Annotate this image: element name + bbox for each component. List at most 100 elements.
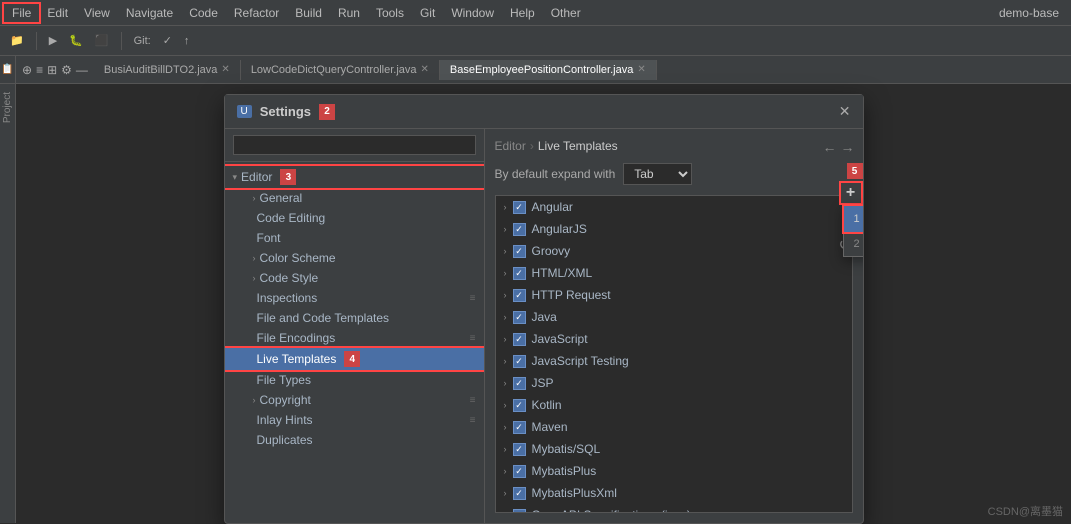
- settings-tree: ▾ Editor 3 › General Code: [225, 162, 484, 523]
- http-checkbox[interactable]: ✓: [513, 289, 526, 302]
- tree-item-live-templates[interactable]: Live Templates 4: [225, 348, 484, 370]
- tree-item-duplicates[interactable]: Duplicates: [225, 430, 484, 450]
- template-group-maven-header[interactable]: › ✓ Maven: [496, 416, 852, 438]
- maven-label: Maven: [532, 420, 568, 434]
- maven-checkbox[interactable]: ✓: [513, 421, 526, 434]
- toolbar-check-btn[interactable]: ✓: [159, 32, 176, 49]
- htmlxml-label: HTML/XML: [532, 266, 593, 280]
- mybatisplus-arrow: ›: [504, 466, 507, 476]
- menu-help[interactable]: Help: [502, 4, 543, 22]
- tree-item-font[interactable]: Font: [225, 228, 484, 248]
- menu-code[interactable]: Code: [181, 4, 226, 22]
- nav-back-button[interactable]: ←: [823, 139, 837, 155]
- toolbar-push-btn[interactable]: ↑: [180, 33, 194, 49]
- tab-lowcode-close[interactable]: ✕: [421, 64, 429, 75]
- template-group-java-header[interactable]: › ✓ Java: [496, 306, 852, 328]
- project-strip-label[interactable]: Project: [2, 88, 13, 127]
- javascript-checkbox[interactable]: ✓: [513, 333, 526, 346]
- menu-file[interactable]: File: [4, 4, 39, 22]
- tab-base-employee-close[interactable]: ✕: [637, 64, 645, 75]
- menu-navigate[interactable]: Navigate: [118, 4, 181, 22]
- tree-item-general[interactable]: › General: [225, 188, 484, 208]
- dialog-close-button[interactable]: ✕: [839, 103, 851, 120]
- template-group-htmlxml-header[interactable]: › ✓ HTML/XML: [496, 262, 852, 284]
- angularjs-checkbox[interactable]: ✓: [513, 223, 526, 236]
- add-template-button[interactable]: +: [839, 181, 863, 205]
- js-testing-checkbox[interactable]: ✓: [513, 355, 526, 368]
- template-group-angularjs-header[interactable]: › ✓ AngularJS: [496, 218, 852, 240]
- openapi-checkbox[interactable]: ✓: [513, 509, 526, 514]
- tree-item-color-scheme[interactable]: › Color Scheme: [225, 248, 484, 268]
- breadcrumb-parent: Editor: [495, 139, 526, 153]
- jsp-checkbox[interactable]: ✓: [513, 377, 526, 390]
- menu-window[interactable]: Window: [443, 4, 502, 22]
- tree-item-inspections[interactable]: Inspections ≡: [225, 288, 484, 308]
- toolbar-sep-2: [121, 32, 122, 50]
- dropdown-item-template-group[interactable]: 2 Template Group...: [844, 232, 863, 256]
- mybatis-sql-checkbox[interactable]: ✓: [513, 443, 526, 456]
- mybatisplusxml-label: MybatisPlusXml: [532, 486, 617, 500]
- tab-action-settings[interactable]: ⚙: [61, 63, 72, 77]
- tree-item-file-types[interactable]: File Types: [225, 370, 484, 390]
- menu-other[interactable]: Other: [543, 4, 589, 22]
- editor-arrow: ▾: [233, 172, 238, 183]
- angular-checkbox[interactable]: ✓: [513, 201, 526, 214]
- tree-item-code-style-label: Code Style: [260, 271, 319, 285]
- menu-run[interactable]: Run: [330, 4, 368, 22]
- tab-base-employee[interactable]: BaseEmployeePositionController.java ✕: [440, 60, 657, 80]
- template-group-openapi-header[interactable]: › ✓ OpenAPI Specifications (json): [496, 504, 852, 513]
- menu-refactor[interactable]: Refactor: [226, 4, 287, 22]
- dropdown-item-live-template[interactable]: 1 Live Template 6: [844, 206, 863, 232]
- mybatisplusxml-checkbox[interactable]: ✓: [513, 487, 526, 500]
- mybatisplus-checkbox[interactable]: ✓: [513, 465, 526, 478]
- template-group-groovy-header[interactable]: › ✓ Groovy: [496, 240, 852, 262]
- expand-select[interactable]: Tab Enter Space: [623, 163, 692, 185]
- toolbar-stop-btn[interactable]: ⬛: [91, 32, 113, 49]
- template-group-kotlin-header[interactable]: › ✓ Kotlin: [496, 394, 852, 416]
- tab-busi-audit-close[interactable]: ✕: [221, 64, 229, 75]
- dialog-title-bar: U Settings 2 ✕: [225, 95, 863, 129]
- tab-busi-audit[interactable]: BusiAuditBillDTO2.java ✕: [94, 60, 241, 80]
- nav-forward-button[interactable]: →: [841, 139, 855, 155]
- toolbar-debug-btn[interactable]: 🐛: [65, 32, 87, 49]
- template-group-jsp-header[interactable]: › ✓ JSP: [496, 372, 852, 394]
- menu-git[interactable]: Git: [412, 4, 443, 22]
- menu-build[interactable]: Build: [287, 4, 330, 22]
- template-group-http-header[interactable]: › ✓ HTTP Request: [496, 284, 852, 306]
- settings-search-input[interactable]: [233, 135, 476, 155]
- tab-action-close[interactable]: —: [76, 63, 88, 77]
- tree-item-file-encodings[interactable]: File Encodings ≡: [225, 328, 484, 348]
- toolbar-git-btn[interactable]: Git:: [130, 33, 155, 49]
- groovy-checkbox[interactable]: ✓: [513, 245, 526, 258]
- menu-tools[interactable]: Tools: [368, 4, 412, 22]
- template-group-js-testing-header[interactable]: › ✓ JavaScript Testing: [496, 350, 852, 372]
- tree-item-inlay-hints[interactable]: Inlay Hints ≡: [225, 410, 484, 430]
- menu-edit[interactable]: Edit: [39, 4, 76, 22]
- add-dropdown-menu: 1 Live Template 6 2 Template Group...: [843, 205, 863, 257]
- menu-view[interactable]: View: [76, 4, 118, 22]
- java-checkbox[interactable]: ✓: [513, 311, 526, 324]
- tree-item-editor[interactable]: ▾ Editor 3: [225, 166, 484, 188]
- htmlxml-checkbox[interactable]: ✓: [513, 267, 526, 280]
- kotlin-checkbox[interactable]: ✓: [513, 399, 526, 412]
- toolbar-project-btn[interactable]: 📁: [6, 32, 28, 49]
- project-icon: 📋: [1, 64, 13, 75]
- tab-lowcode[interactable]: LowCodeDictQueryController.java ✕: [241, 60, 440, 80]
- template-group-mybatis-sql-header[interactable]: › ✓ Mybatis/SQL: [496, 438, 852, 460]
- tree-item-copyright-label: Copyright: [260, 393, 311, 407]
- tree-item-copyright[interactable]: › Copyright ≡: [225, 390, 484, 410]
- tab-action-list[interactable]: ≡: [36, 63, 43, 77]
- tree-item-code-editing[interactable]: Code Editing: [225, 208, 484, 228]
- template-group-mybatisplusxml-header[interactable]: › ✓ MybatisPlusXml: [496, 482, 852, 504]
- template-group-angular-header[interactable]: › ✓ Angular: [496, 196, 852, 218]
- tab-action-split[interactable]: ⊞: [47, 63, 57, 77]
- angular-label: Angular: [532, 200, 573, 214]
- breadcrumb: Editor › Live Templates: [495, 139, 853, 153]
- tree-item-file-code-templates[interactable]: File and Code Templates: [225, 308, 484, 328]
- template-group-javascript-header[interactable]: › ✓ JavaScript: [496, 328, 852, 350]
- tree-item-code-style[interactable]: › Code Style: [225, 268, 484, 288]
- tab-action-new[interactable]: ⊕: [22, 63, 32, 77]
- settings-dialog: U Settings 2 ✕: [224, 94, 864, 524]
- template-group-mybatisplus-header[interactable]: › ✓ MybatisPlus: [496, 460, 852, 482]
- toolbar-run-btn[interactable]: ▶: [45, 32, 61, 49]
